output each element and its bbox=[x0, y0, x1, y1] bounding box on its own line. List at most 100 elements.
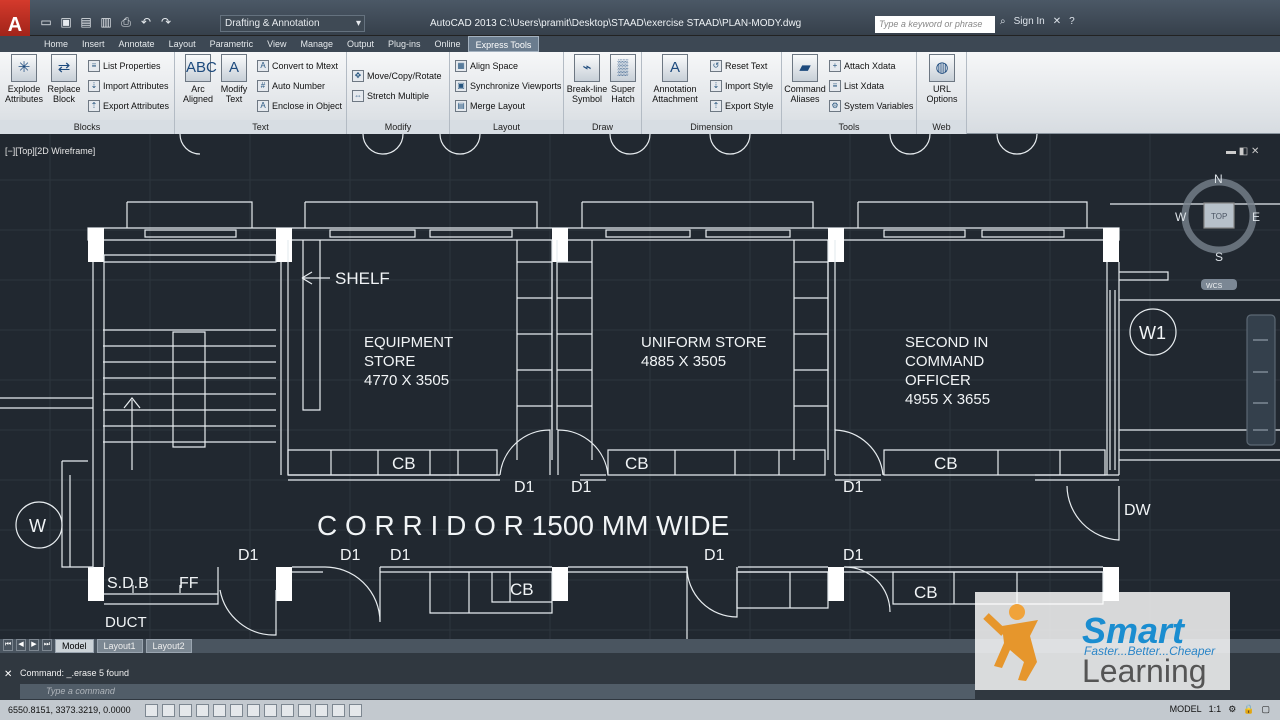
web-panel-title[interactable]: Web bbox=[917, 120, 966, 134]
reset-text-button[interactable]: ↺ Reset Text bbox=[710, 57, 767, 75]
system-variables-button[interactable]: ⚙ System Variables bbox=[829, 97, 913, 115]
merge-layout-button[interactable]: ▤ Merge Layout bbox=[455, 97, 525, 115]
export-attributes-button[interactable]: ⇡ Export Attributes bbox=[88, 97, 169, 115]
window-title: AutoCAD 2013 C:\Users\pramit\Desktop\STA… bbox=[430, 18, 802, 29]
blocks-panel-title[interactable]: Blocks bbox=[0, 120, 174, 134]
compass-west[interactable]: W bbox=[1175, 210, 1187, 224]
tools-panel-title[interactable]: Tools bbox=[782, 120, 916, 134]
tab-annotate[interactable]: Annotate bbox=[112, 36, 162, 52]
modify-panel-title[interactable]: Modify bbox=[347, 120, 449, 134]
tab-express-tools[interactable]: Express Tools bbox=[467, 36, 540, 52]
save-as-icon[interactable]: ▥ bbox=[98, 14, 114, 30]
stretch-multiple-button[interactable]: ⇔ Stretch Multiple bbox=[352, 87, 429, 105]
compass-south[interactable]: S bbox=[1215, 250, 1223, 264]
command-aliases-button[interactable]: ▰ Command Aliases bbox=[784, 54, 826, 110]
export-style-button[interactable]: ⇡ Export Style bbox=[710, 97, 774, 115]
layout-panel-title[interactable]: Layout bbox=[450, 120, 563, 134]
osnap-icon[interactable] bbox=[212, 703, 226, 717]
tab-model[interactable]: Model bbox=[55, 639, 94, 653]
navigation-bar[interactable] bbox=[1246, 314, 1276, 446]
print-icon[interactable]: ⎙ bbox=[118, 14, 134, 30]
tab-output[interactable]: Output bbox=[340, 36, 381, 52]
polar-icon[interactable] bbox=[195, 703, 209, 717]
lineweight-icon[interactable] bbox=[297, 703, 311, 717]
dimension-panel-title[interactable]: Dimension bbox=[642, 120, 781, 134]
explode-attributes-button[interactable]: ✳ Explode Attributes bbox=[3, 54, 45, 110]
text-icon: A bbox=[221, 54, 247, 82]
viewcube[interactable]: TOP N E S W WCS bbox=[1175, 172, 1260, 290]
clean-screen-icon[interactable]: ▢ bbox=[1261, 704, 1270, 715]
open-icon[interactable]: ▣ bbox=[58, 14, 74, 30]
compass-east[interactable]: E bbox=[1252, 210, 1260, 224]
sync-viewports-button[interactable]: ▣ Synchronize Viewports bbox=[455, 77, 561, 95]
text-panel-title[interactable]: Text bbox=[175, 120, 346, 134]
draw-panel-title[interactable]: Draw bbox=[564, 120, 641, 134]
redo-icon[interactable]: ↷ bbox=[158, 14, 174, 30]
help-search-input[interactable]: Type a keyword or phrase bbox=[875, 16, 995, 33]
align-space-button[interactable]: ▦ Align Space bbox=[455, 57, 518, 75]
grid-icon[interactable] bbox=[161, 703, 175, 717]
drawing-area[interactable]: SHELF EQUIPMENT STORE 4770 X 3505 UNIFOR… bbox=[0, 134, 1280, 639]
url-options-button[interactable]: ◍ URL Options bbox=[921, 54, 963, 110]
auto-number-button[interactable]: # Auto Number bbox=[257, 77, 325, 95]
lock-icon[interactable]: 🔒 bbox=[1243, 704, 1254, 715]
room1-size: 4770 X 3505 bbox=[364, 372, 449, 389]
sign-in-button[interactable]: Sign In bbox=[1014, 16, 1045, 27]
quick-properties-icon[interactable] bbox=[331, 703, 345, 717]
workspace-switch-icon[interactable]: ⚙ bbox=[1228, 704, 1236, 715]
modify-text-button[interactable]: A Modify Text bbox=[213, 54, 255, 110]
model-space-button[interactable]: MODEL bbox=[1170, 704, 1202, 715]
compass-north[interactable]: N bbox=[1214, 172, 1223, 186]
undo-icon[interactable]: ↶ bbox=[138, 14, 154, 30]
tab-home[interactable]: Home bbox=[37, 36, 75, 52]
window-label: W1 bbox=[1139, 323, 1166, 343]
enclose-object-button[interactable]: A Enclose in Object bbox=[257, 97, 342, 115]
new-icon[interactable]: ▭ bbox=[38, 14, 54, 30]
import-attributes-button[interactable]: ⇣ Import Attributes bbox=[88, 77, 169, 95]
globe-icon: ◍ bbox=[929, 54, 955, 82]
list-properties-button[interactable]: ≡ List Properties bbox=[88, 57, 161, 75]
close-command-icon[interactable]: ✕ bbox=[4, 669, 12, 680]
annotation-scale[interactable]: 1:1 bbox=[1209, 704, 1222, 715]
3d-osnap-icon[interactable] bbox=[229, 703, 243, 717]
help-icon[interactable]: ? bbox=[1069, 16, 1075, 27]
tab-plugins[interactable]: Plug-ins bbox=[381, 36, 428, 52]
coordinates-readout[interactable]: 6550.8151, 3373.3219, 0.0000 bbox=[8, 705, 131, 715]
tab-manage[interactable]: Manage bbox=[293, 36, 340, 52]
tab-view[interactable]: View bbox=[260, 36, 293, 52]
tab-online[interactable]: Online bbox=[428, 36, 468, 52]
exchange-icon[interactable]: ✕ bbox=[1053, 16, 1061, 27]
save-icon[interactable]: ▤ bbox=[78, 14, 94, 30]
otrack-icon[interactable] bbox=[246, 703, 260, 717]
dyn-icon[interactable] bbox=[280, 703, 294, 717]
drawing-window-controls[interactable]: ▬ ◧ ✕ bbox=[1226, 146, 1259, 157]
move-copy-rotate-button[interactable]: ✥ Move/Copy/Rotate bbox=[352, 67, 442, 85]
tab-insert[interactable]: Insert bbox=[75, 36, 112, 52]
last-layout-icon[interactable]: ⏭ bbox=[42, 639, 52, 651]
tab-layout1[interactable]: Layout1 bbox=[96, 639, 143, 653]
convert-mtext-button[interactable]: A Convert to Mtext bbox=[257, 57, 338, 75]
viewcube-top[interactable]: TOP bbox=[1211, 212, 1227, 221]
viewport-controls[interactable]: [−][Top][2D Wireframe] bbox=[5, 146, 95, 156]
transparency-icon[interactable] bbox=[314, 703, 328, 717]
search-icon[interactable]: ⌕ bbox=[1000, 16, 1006, 27]
import-style-button[interactable]: ⇣ Import Style bbox=[710, 77, 773, 95]
attach-xdata-button[interactable]: + Attach Xdata bbox=[829, 57, 896, 75]
workspace-dropdown[interactable]: Drafting & Annotation bbox=[220, 15, 365, 32]
annotation-attachment-button[interactable]: A Annotation Attachment bbox=[649, 54, 701, 110]
ducs-icon[interactable] bbox=[263, 703, 277, 717]
tab-layout2[interactable]: Layout2 bbox=[145, 639, 192, 653]
prev-layout-icon[interactable]: ◀ bbox=[16, 639, 26, 651]
ortho-icon[interactable] bbox=[178, 703, 192, 717]
wcs-menu[interactable]: WCS bbox=[1206, 283, 1223, 290]
list-xdata-button[interactable]: ≡ List Xdata bbox=[829, 77, 884, 95]
command-input[interactable]: Type a command bbox=[20, 684, 975, 699]
next-layout-icon[interactable]: ▶ bbox=[29, 639, 39, 651]
super-hatch-button[interactable]: ▒ Super Hatch bbox=[602, 54, 644, 110]
snap-icon[interactable] bbox=[144, 703, 158, 717]
selection-cycling-icon[interactable] bbox=[348, 703, 362, 717]
replace-block-button[interactable]: ⇄ Replace Block bbox=[43, 54, 85, 110]
tab-parametric[interactable]: Parametric bbox=[203, 36, 261, 52]
first-layout-icon[interactable]: ⏮ bbox=[3, 639, 13, 651]
tab-layout[interactable]: Layout bbox=[162, 36, 203, 52]
